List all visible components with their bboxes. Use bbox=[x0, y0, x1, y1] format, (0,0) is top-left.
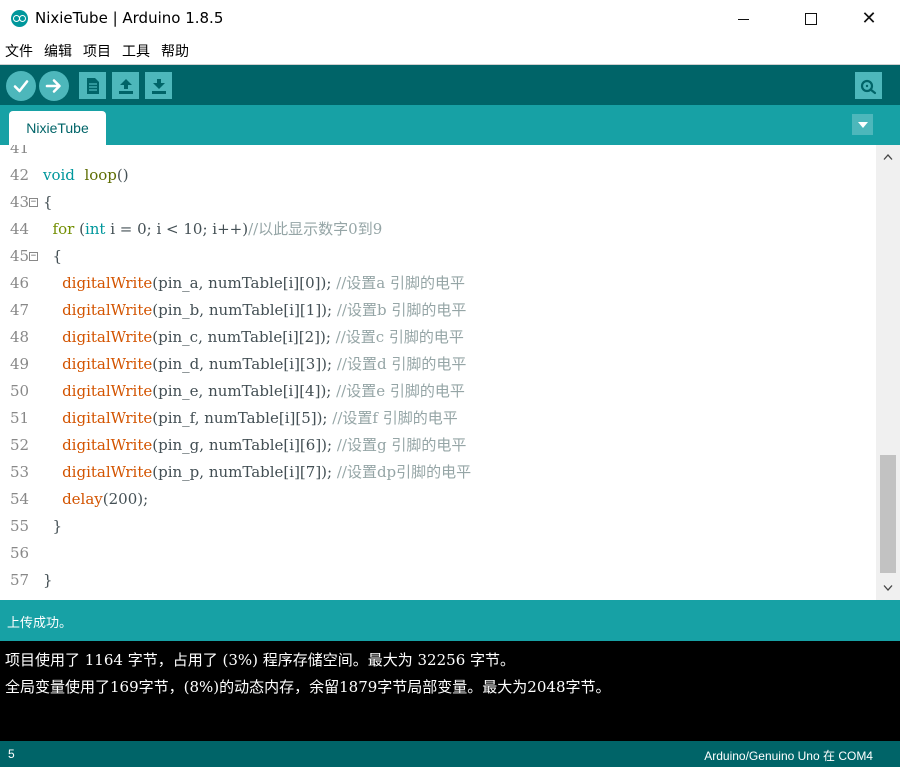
upload-button[interactable] bbox=[39, 71, 69, 101]
code-text: { bbox=[43, 193, 53, 211]
code-line[interactable]: 54 delay(200); bbox=[0, 486, 876, 513]
menu-help[interactable]: 帮助 bbox=[161, 41, 189, 61]
window-title: NixieTube | Arduino 1.8.5 bbox=[35, 9, 224, 27]
maximize-icon bbox=[805, 13, 817, 25]
arduino-logo-icon bbox=[11, 10, 28, 27]
code-text: digitalWrite(pin_g, numTable[i][6]); //设… bbox=[62, 436, 467, 454]
code-line[interactable]: 51 digitalWrite(pin_f, numTable[i][5]); … bbox=[0, 405, 876, 432]
code-line[interactable]: 48 digitalWrite(pin_c, numTable[i][2]); … bbox=[0, 324, 876, 351]
save-button[interactable] bbox=[145, 72, 172, 99]
verify-button[interactable] bbox=[6, 71, 36, 101]
serial-monitor-icon bbox=[860, 79, 876, 94]
line-number: 52 bbox=[10, 436, 30, 454]
tab-menu-button[interactable] bbox=[852, 114, 873, 135]
line-number: 57 bbox=[10, 571, 30, 589]
code-line[interactable]: 43−{ bbox=[0, 189, 876, 216]
console-output[interactable]: 项目使用了 1164 字节，占用了 (3%) 程序存储空间。最大为 32256 … bbox=[0, 641, 900, 741]
serial-monitor-button[interactable] bbox=[855, 72, 882, 99]
code-text: digitalWrite(pin_c, numTable[i][2]); //设… bbox=[62, 328, 464, 346]
board-port-label: Arduino/Genuino Uno 在 COM4 bbox=[704, 749, 873, 763]
code-line[interactable]: 57} bbox=[0, 567, 876, 594]
menu-bar: 文件 编辑 项目 工具 帮助 bbox=[0, 38, 900, 64]
line-number: 42 bbox=[10, 166, 30, 184]
cursor-line-number: 5 bbox=[8, 747, 15, 761]
console-line: 全局变量使用了169字节，(8%)的动态内存，余留1879字节局部变量。最大为2… bbox=[5, 678, 611, 696]
code-line[interactable]: 41 bbox=[0, 145, 876, 162]
code-text: digitalWrite(pin_p, numTable[i][7]); //设… bbox=[62, 463, 472, 481]
status-message: 上传成功。 bbox=[7, 616, 73, 631]
vertical-scrollbar[interactable] bbox=[876, 145, 900, 600]
menu-tools[interactable]: 工具 bbox=[122, 41, 150, 61]
line-number: 46 bbox=[10, 274, 30, 292]
minimize-icon bbox=[737, 18, 749, 20]
open-icon bbox=[118, 78, 133, 94]
code-line[interactable]: 44 for (int i = 0; i < 10; i++)//以此显示数字0… bbox=[0, 216, 876, 243]
close-button[interactable]: ✕ bbox=[846, 0, 892, 38]
save-icon bbox=[151, 78, 166, 94]
code-line[interactable]: 56 bbox=[0, 540, 876, 567]
line-number: 44 bbox=[10, 220, 30, 238]
line-number: 41 bbox=[10, 145, 30, 157]
code-text: for (int i = 0; i < 10; i++)//以此显示数字0到9 bbox=[52, 220, 383, 238]
close-icon: ✕ bbox=[861, 8, 877, 29]
upload-icon bbox=[45, 79, 61, 93]
tab-nixietube[interactable]: NixieTube bbox=[9, 111, 106, 145]
title-bar: NixieTube | Arduino 1.8.5 ✕ bbox=[0, 0, 900, 38]
code-text: digitalWrite(pin_d, numTable[i][3]); //设… bbox=[62, 355, 467, 373]
code-line[interactable]: 55 } bbox=[0, 513, 876, 540]
minimize-button[interactable] bbox=[720, 0, 766, 38]
code-line[interactable]: 53 digitalWrite(pin_p, numTable[i][7]); … bbox=[0, 459, 876, 486]
fold-toggle-icon[interactable]: − bbox=[29, 198, 38, 207]
line-number: 50 bbox=[10, 382, 30, 400]
code-line[interactable]: 47 digitalWrite(pin_b, numTable[i][1]); … bbox=[0, 297, 876, 324]
line-number: 54 bbox=[10, 490, 30, 508]
code-editor[interactable]: 41 42 void loop() 43−{44 for (int i = 0; i … bbox=[0, 145, 900, 600]
tab-bar: NixieTube bbox=[0, 105, 900, 145]
code-text: delay(200); bbox=[62, 490, 149, 508]
scrollbar-thumb[interactable] bbox=[880, 455, 896, 573]
code-text: void loop() bbox=[43, 166, 129, 184]
footer-bar: 5 Arduino/Genuino Uno 在 COM4 bbox=[0, 741, 900, 767]
code-text: digitalWrite(pin_e, numTable[i][4]); //设… bbox=[62, 382, 465, 400]
code-line[interactable]: 42 void loop() bbox=[0, 162, 876, 189]
verify-icon bbox=[13, 80, 29, 93]
menu-sketch[interactable]: 项目 bbox=[83, 41, 111, 61]
chevron-down-icon bbox=[857, 121, 868, 128]
line-number: 56 bbox=[10, 544, 30, 562]
code-line[interactable]: 49 digitalWrite(pin_d, numTable[i][3]); … bbox=[0, 351, 876, 378]
line-number: 53 bbox=[10, 463, 30, 481]
code-text: digitalWrite(pin_b, numTable[i][1]); //设… bbox=[62, 301, 467, 319]
code-text: digitalWrite(pin_f, numTable[i][5]); //设… bbox=[62, 409, 458, 427]
new-button[interactable] bbox=[79, 72, 106, 99]
code-text: } bbox=[43, 517, 63, 535]
code-line[interactable]: 52 digitalWrite(pin_g, numTable[i][6]); … bbox=[0, 432, 876, 459]
scroll-up-icon[interactable] bbox=[876, 147, 900, 167]
scroll-down-icon[interactable] bbox=[876, 578, 900, 598]
code-line[interactable]: 45− { bbox=[0, 243, 876, 270]
tab-label: NixieTube bbox=[26, 120, 89, 136]
line-number: 48 bbox=[10, 328, 30, 346]
menu-file[interactable]: 文件 bbox=[5, 41, 33, 61]
line-number: 47 bbox=[10, 301, 30, 319]
fold-toggle-icon[interactable]: − bbox=[29, 252, 38, 261]
maximize-button[interactable] bbox=[788, 0, 834, 38]
line-number: 51 bbox=[10, 409, 30, 427]
line-number: 55 bbox=[10, 517, 30, 535]
status-bar: 上传成功。 bbox=[0, 600, 900, 641]
code-text: digitalWrite(pin_a, numTable[i][0]); //设… bbox=[62, 274, 466, 292]
code-text: { bbox=[43, 247, 63, 265]
new-icon bbox=[86, 77, 99, 94]
open-button[interactable] bbox=[112, 72, 139, 99]
menu-edit[interactable]: 编辑 bbox=[44, 41, 72, 61]
code-text: } bbox=[43, 571, 53, 589]
code-line[interactable]: 50 digitalWrite(pin_e, numTable[i][4]); … bbox=[0, 378, 876, 405]
toolbar bbox=[0, 64, 900, 105]
code-line[interactable]: 46 digitalWrite(pin_a, numTable[i][0]); … bbox=[0, 270, 876, 297]
line-number: 49 bbox=[10, 355, 30, 373]
console-line: 项目使用了 1164 字节，占用了 (3%) 程序存储空间。最大为 32256 … bbox=[5, 651, 516, 669]
